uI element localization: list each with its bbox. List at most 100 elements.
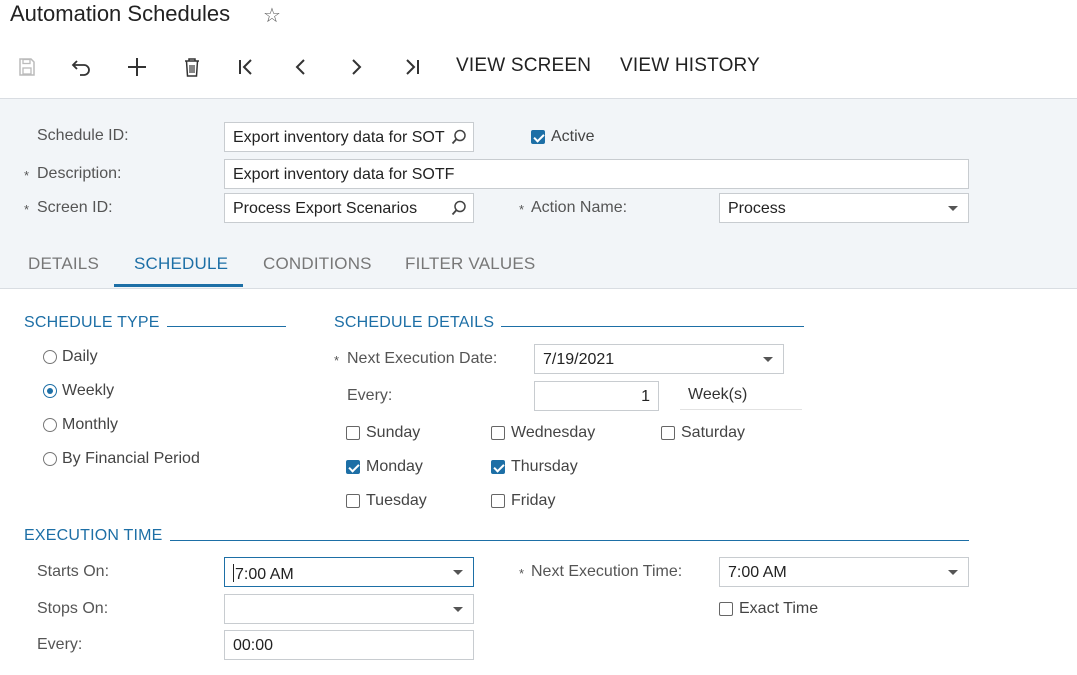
add-icon[interactable] xyxy=(124,46,150,88)
monday-checkbox[interactable]: Monday xyxy=(346,458,423,476)
schedule-id-value: Export inventory data for SOT xyxy=(233,129,445,146)
required-marker: * xyxy=(519,566,525,581)
saturday-checkbox[interactable]: Saturday xyxy=(661,424,745,442)
required-marker: * xyxy=(24,168,30,183)
undo-icon[interactable] xyxy=(68,46,96,88)
chevron-down-icon[interactable] xyxy=(948,570,958,575)
search-icon[interactable] xyxy=(451,200,467,221)
exact-time-label: Exact Time xyxy=(739,600,819,617)
friday-checkbox[interactable]: Friday xyxy=(491,492,555,510)
checkbox-box[interactable] xyxy=(346,460,360,474)
last-record-icon[interactable] xyxy=(400,46,424,88)
title-bar: Automation Schedules ☆ xyxy=(0,0,1077,40)
exact-time-checkbox[interactable]: Exact Time xyxy=(719,600,818,618)
checkbox-box[interactable] xyxy=(719,602,733,616)
schedule-details-header: SCHEDULE DETAILS xyxy=(334,314,495,331)
active-checkbox-box[interactable] xyxy=(531,130,545,144)
execution-time-header: EXECUTION TIME xyxy=(24,527,163,544)
next-execution-date-label: Next Execution Date: xyxy=(347,350,498,367)
tab-details[interactable]: DETAILS xyxy=(28,254,99,274)
view-screen-button[interactable]: VIEW SCREEN xyxy=(456,55,591,77)
every-time-input[interactable]: 00:00 xyxy=(224,630,474,660)
starts-on-label: Starts On: xyxy=(37,563,110,580)
radio-by-financial-period[interactable]: By Financial Period xyxy=(43,450,200,468)
chevron-down-icon[interactable] xyxy=(453,570,463,575)
starts-on-dropdown[interactable]: 7:00 AM xyxy=(224,557,474,587)
thursday-label: Thursday xyxy=(511,458,578,475)
tab-schedule[interactable]: SCHEDULE xyxy=(134,254,228,274)
radio-circle[interactable] xyxy=(43,350,57,364)
thursday-checkbox[interactable]: Thursday xyxy=(491,458,578,476)
saturday-label: Saturday xyxy=(681,424,746,441)
required-marker: * xyxy=(24,202,30,217)
monday-label: Monday xyxy=(366,458,423,475)
screen-id-field[interactable]: Process Export Scenarios xyxy=(224,193,474,223)
required-marker: * xyxy=(519,202,525,217)
search-icon[interactable] xyxy=(451,129,467,150)
every-weeks-input[interactable]: 1 xyxy=(534,381,659,411)
every-unit-label: Week(s) xyxy=(680,380,802,410)
stops-on-label: Stops On: xyxy=(37,600,109,617)
wednesday-label: Wednesday xyxy=(511,424,596,441)
radio-circle[interactable] xyxy=(43,418,57,432)
every-weeks-value: 1 xyxy=(641,388,650,405)
radio-monthly[interactable]: Monthly xyxy=(43,416,118,434)
tab-bar: DETAILS SCHEDULE CONDITIONS FILTER VALUE… xyxy=(0,240,1077,288)
page-title: Automation Schedules xyxy=(10,1,231,26)
checkbox-box[interactable] xyxy=(491,460,505,474)
next-record-icon[interactable] xyxy=(345,46,367,88)
delete-icon[interactable] xyxy=(180,46,204,88)
previous-record-icon[interactable] xyxy=(290,46,312,88)
checkbox-box[interactable] xyxy=(346,494,360,508)
checkbox-box[interactable] xyxy=(661,426,675,440)
chevron-down-icon[interactable] xyxy=(763,357,773,362)
radio-financial-label: By Financial Period xyxy=(62,450,200,467)
chevron-down-icon[interactable] xyxy=(948,206,958,211)
save-icon[interactable] xyxy=(14,46,40,88)
tab-filter-values[interactable]: FILTER VALUES xyxy=(405,254,535,274)
checkbox-box[interactable] xyxy=(346,426,360,440)
tuesday-checkbox[interactable]: Tuesday xyxy=(346,492,427,510)
description-field[interactable]: Export inventory data for SOTF xyxy=(224,159,969,189)
tab-conditions[interactable]: CONDITIONS xyxy=(263,254,372,274)
first-record-icon[interactable] xyxy=(234,46,258,88)
active-tab-indicator xyxy=(114,284,243,287)
next-execution-time-label: Next Execution Time: xyxy=(531,563,683,580)
screen-id-label: Screen ID: xyxy=(37,199,113,216)
starts-on-value: 7:00 AM xyxy=(235,566,294,583)
radio-circle[interactable] xyxy=(43,452,57,466)
favorite-star-icon[interactable]: ☆ xyxy=(263,3,281,28)
view-history-button[interactable]: VIEW HISTORY xyxy=(620,55,760,77)
section-divider xyxy=(501,326,804,327)
next-execution-time-dropdown[interactable]: 7:00 AM xyxy=(719,557,969,587)
schedule-id-field[interactable]: Export inventory data for SOT xyxy=(224,122,474,152)
stops-on-dropdown[interactable] xyxy=(224,594,474,624)
radio-daily[interactable]: Daily xyxy=(43,348,98,366)
checkbox-box[interactable] xyxy=(491,494,505,508)
next-execution-date-field[interactable]: 7/19/2021 xyxy=(534,344,784,374)
next-execution-time-value: 7:00 AM xyxy=(728,564,787,581)
next-execution-date-value: 7/19/2021 xyxy=(543,351,615,368)
section-divider xyxy=(167,326,286,327)
radio-circle[interactable] xyxy=(43,384,57,398)
screen-id-value: Process Export Scenarios xyxy=(233,200,418,217)
chevron-down-icon[interactable] xyxy=(453,607,463,612)
every-label: Every: xyxy=(347,387,393,404)
required-marker: * xyxy=(334,353,340,368)
active-label: Active xyxy=(551,128,595,145)
checkbox-box[interactable] xyxy=(491,426,505,440)
sunday-label: Sunday xyxy=(366,424,421,441)
active-checkbox[interactable]: Active xyxy=(531,128,595,146)
action-name-label: Action Name: xyxy=(531,199,628,216)
sunday-checkbox[interactable]: Sunday xyxy=(346,424,420,442)
every-time-label: Every: xyxy=(37,636,83,653)
tuesday-label: Tuesday xyxy=(366,492,427,509)
action-name-dropdown[interactable]: Process xyxy=(719,193,969,223)
wednesday-checkbox[interactable]: Wednesday xyxy=(491,424,595,442)
tab-divider xyxy=(0,288,1077,289)
every-time-value: 00:00 xyxy=(233,637,274,654)
description-label: Description: xyxy=(37,165,122,182)
section-divider xyxy=(170,540,969,541)
text-cursor xyxy=(233,564,234,582)
radio-weekly[interactable]: Weekly xyxy=(43,382,114,400)
